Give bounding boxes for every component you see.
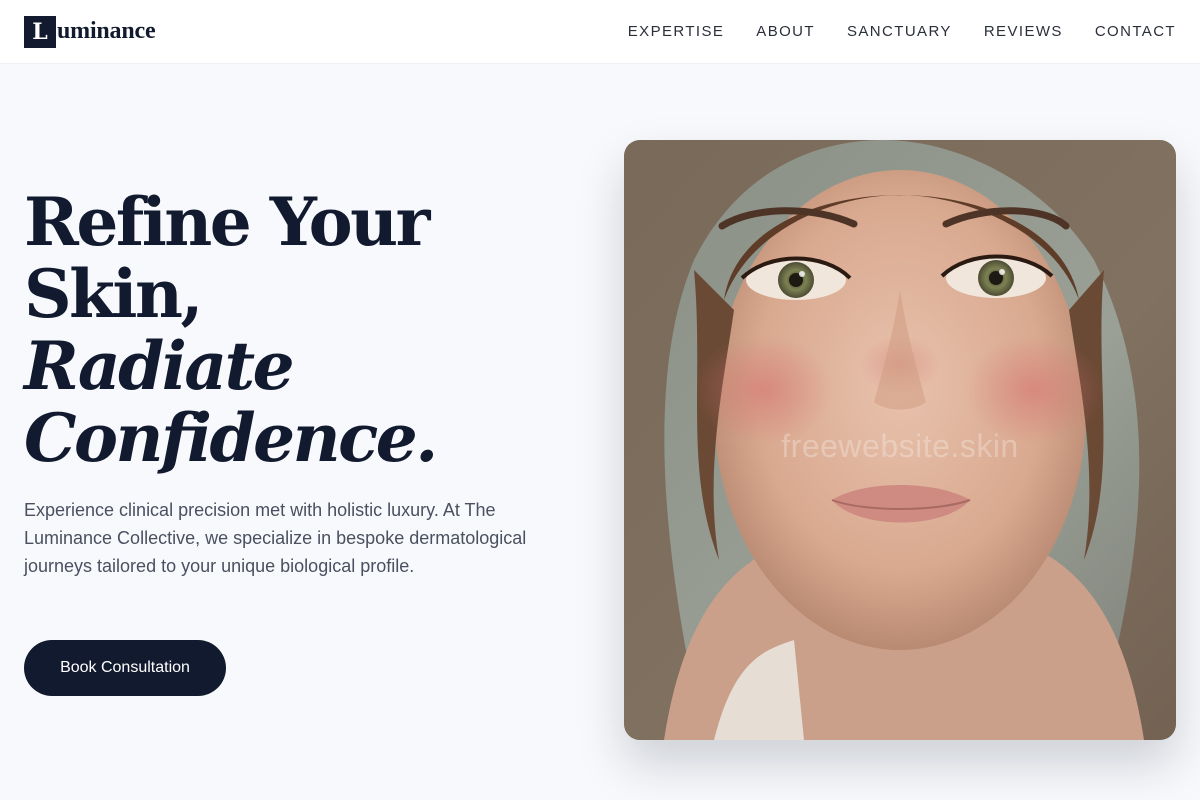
hero-headline: Refine Your Skin, Radiate Confidence. — [24, 186, 564, 474]
portrait-illustration — [624, 140, 1176, 740]
nav-item-about[interactable]: ABOUT — [756, 23, 815, 40]
headline-line-3: Radiate — [24, 327, 295, 405]
site-header: L uminance EXPERTISE ABOUT SANCTUARY REV… — [0, 0, 1200, 64]
logo-mark: L — [24, 15, 56, 48]
brand-logo[interactable]: L uminance — [24, 15, 156, 48]
nav-item-expertise[interactable]: EXPERTISE — [628, 23, 725, 40]
headline-line-2: Skin, — [24, 255, 203, 333]
hero-copy: Refine Your Skin, Radiate Confidence. Ex… — [24, 186, 564, 580]
logo-wordmark: uminance — [57, 18, 156, 44]
main-nav: EXPERTISE ABOUT SANCTUARY REVIEWS CONTAC… — [596, 23, 1176, 40]
headline-line-4: Confidence. — [24, 399, 438, 477]
nav-item-contact[interactable]: CONTACT — [1095, 23, 1176, 40]
book-consultation-button[interactable]: Book Consultation — [24, 640, 226, 696]
headline-line-1: Refine Your — [24, 183, 430, 261]
hero-subtext: Experience clinical precision met with h… — [24, 500, 527, 576]
hero-portrait-image: freewebsite.skin — [624, 140, 1176, 740]
nav-item-reviews[interactable]: REVIEWS — [984, 23, 1063, 40]
nav-item-sanctuary[interactable]: SANCTUARY — [847, 23, 952, 40]
